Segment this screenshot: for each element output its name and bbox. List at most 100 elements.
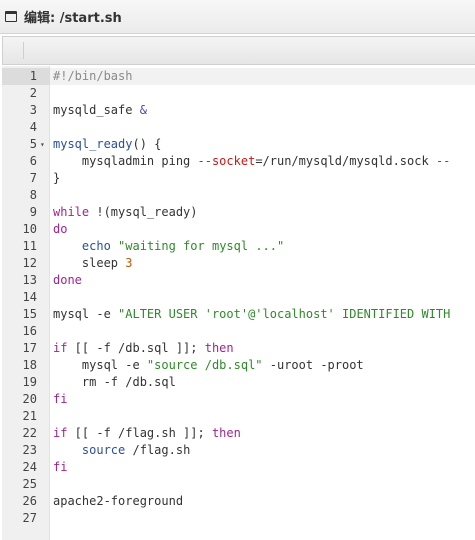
toolbar-separator: [23, 42, 24, 59]
code-line[interactable]: 15 mysql -e "ALTER USER 'root'@'localhost…: [2, 306, 475, 323]
code-token: 3: [125, 256, 133, 270]
line-number: 21: [22, 409, 37, 423]
line-number: 7: [29, 171, 37, 185]
code-line[interactable]: 20 fi: [2, 391, 475, 408]
code-line[interactable]: 1 #!/bin/bash: [2, 68, 475, 85]
code-line[interactable]: 7}: [2, 170, 475, 187]
code-line[interactable]: 19 rm -f /db.sql: [2, 374, 475, 391]
code-token: mysqladmin ping: [53, 154, 198, 168]
code-line[interactable]: 11 echo "waiting for mysql ...": [2, 238, 475, 255]
code-line[interactable]: 27: [2, 510, 475, 527]
line-number: 16: [22, 324, 37, 338]
code-token: #!/bin/bash: [53, 69, 133, 83]
code-line[interactable]: 25: [2, 476, 475, 493]
code-text: mysql_ready() {: [53, 136, 161, 153]
code-text: rm -f /db.sql: [53, 374, 176, 391]
code-token: then: [204, 341, 234, 355]
line-number: 22: [22, 426, 37, 440]
code-text: if [[ -f /db.sql ]]; then: [53, 340, 234, 357]
code-token: () {: [132, 137, 162, 151]
code-line[interactable]: 23 source /flag.sh: [2, 442, 475, 459]
code-line[interactable]: 16: [2, 323, 475, 340]
code-token: mysqld_safe: [53, 103, 140, 117]
code-token: &: [139, 103, 147, 117]
editor-title-bar: 编辑: /start.sh: [0, 0, 475, 34]
code-line[interactable]: 18 mysql -e "source /db.sql" -uroot -pro…: [2, 357, 475, 374]
code-text: mysqladmin ping -- socket=/run/mysqld/mys…: [53, 153, 451, 170]
line-number: 10: [22, 222, 37, 236]
code-token: =/run/mysqld/mysqld.sock: [255, 154, 436, 168]
code-line[interactable]: 24 fi: [2, 459, 475, 476]
code-token: if: [53, 341, 68, 355]
code-line[interactable]: 10 do: [2, 221, 475, 238]
code-token: mysql -e: [53, 307, 119, 321]
code-line[interactable]: 13 done: [2, 272, 475, 289]
line-number: 13: [22, 273, 37, 287]
code-token: "ALTER USER 'root'@'localhost' IDENTIFIE…: [118, 307, 451, 321]
code-line[interactable]: 4: [2, 119, 475, 136]
code-token: while: [53, 205, 90, 219]
code-text: #!/bin/bash: [53, 68, 132, 85]
code-token: "source /db.sql": [146, 358, 263, 372]
window-title: 编辑: /start.sh: [24, 11, 122, 26]
code-token: fi: [53, 392, 68, 406]
line-number: 12: [22, 256, 37, 270]
line-number: 15: [22, 307, 37, 321]
code-line[interactable]: 5 ▾ mysql_ready() {: [2, 136, 475, 153]
code-text: apache2-foreground: [53, 493, 183, 510]
code-text: fi: [53, 459, 67, 476]
code-token: !(mysql_ready): [89, 205, 198, 219]
code-line[interactable]: 26 apache2-foreground: [2, 493, 475, 510]
code-token: sleep: [53, 256, 126, 270]
code-token: --: [435, 154, 451, 168]
code-line[interactable]: 6 mysqladmin ping -- socket=/run/mysqld/m…: [2, 153, 475, 170]
code-token: do: [53, 222, 68, 236]
code-editor[interactable]: 1 #!/bin/bash 2 3 mysqld_safe & 4 5 ▾ mysql_read…: [2, 66, 475, 540]
code-token: apache2-foreground: [53, 494, 184, 508]
code-token: -uroot -proot: [262, 358, 364, 372]
line-number: 27: [22, 511, 37, 525]
line-number: 4: [29, 120, 37, 134]
code-text: mysql -e "ALTER USER 'root'@'localhost' …: [53, 306, 450, 323]
code-line[interactable]: 14: [2, 289, 475, 306]
code-text: mysqld_safe &: [53, 102, 147, 119]
code-token: source: [81, 443, 126, 457]
code-text: done: [53, 272, 82, 289]
code-lines[interactable]: 1 #!/bin/bash 2 3 mysqld_safe & 4 5 ▾ mysql_read…: [2, 68, 475, 527]
editor-toolbar: [2, 36, 475, 65]
code-line[interactable]: 12 sleep 3: [2, 255, 475, 272]
code-token: then: [211, 426, 241, 440]
line-number: 23: [22, 443, 37, 457]
code-token: echo: [81, 239, 111, 253]
line-number: 20: [22, 392, 37, 406]
code-line[interactable]: 21: [2, 408, 475, 425]
code-token: "waiting for mysql ...": [118, 239, 285, 253]
code-line[interactable]: 8: [2, 187, 475, 204]
code-token: socket: [211, 154, 256, 168]
line-number: 6: [29, 154, 37, 168]
line-number: 8: [29, 188, 37, 202]
line-number: 18: [22, 358, 37, 372]
line-number: 2: [29, 86, 37, 100]
code-text: source /flag.sh: [53, 442, 190, 459]
line-number: 26: [22, 494, 37, 508]
code-line[interactable]: 9 while !(mysql_ready): [2, 204, 475, 221]
code-token: [[ -f /flag.sh ]];: [67, 426, 212, 440]
code-line[interactable]: 3 mysqld_safe &: [2, 102, 475, 119]
code-token: mysql_ready: [53, 137, 133, 151]
code-text: }: [53, 170, 60, 187]
code-line[interactable]: 22 if [[ -f /flag.sh ]]; then: [2, 425, 475, 442]
line-number: 5: [29, 137, 37, 151]
code-text: mysql -e "source /db.sql" -uroot -proot: [53, 357, 364, 374]
window-icon: [5, 11, 17, 22]
code-text: if [[ -f /flag.sh ]]; then: [53, 425, 241, 442]
code-line[interactable]: 17 if [[ -f /db.sql ]]; then: [2, 340, 475, 357]
code-token: if: [53, 426, 68, 440]
fold-arrow-icon[interactable]: ▾: [40, 136, 45, 153]
line-number: 1: [2, 68, 50, 85]
code-line[interactable]: 2: [2, 85, 475, 102]
code-token: done: [53, 273, 82, 287]
code-text: sleep 3: [53, 255, 133, 272]
